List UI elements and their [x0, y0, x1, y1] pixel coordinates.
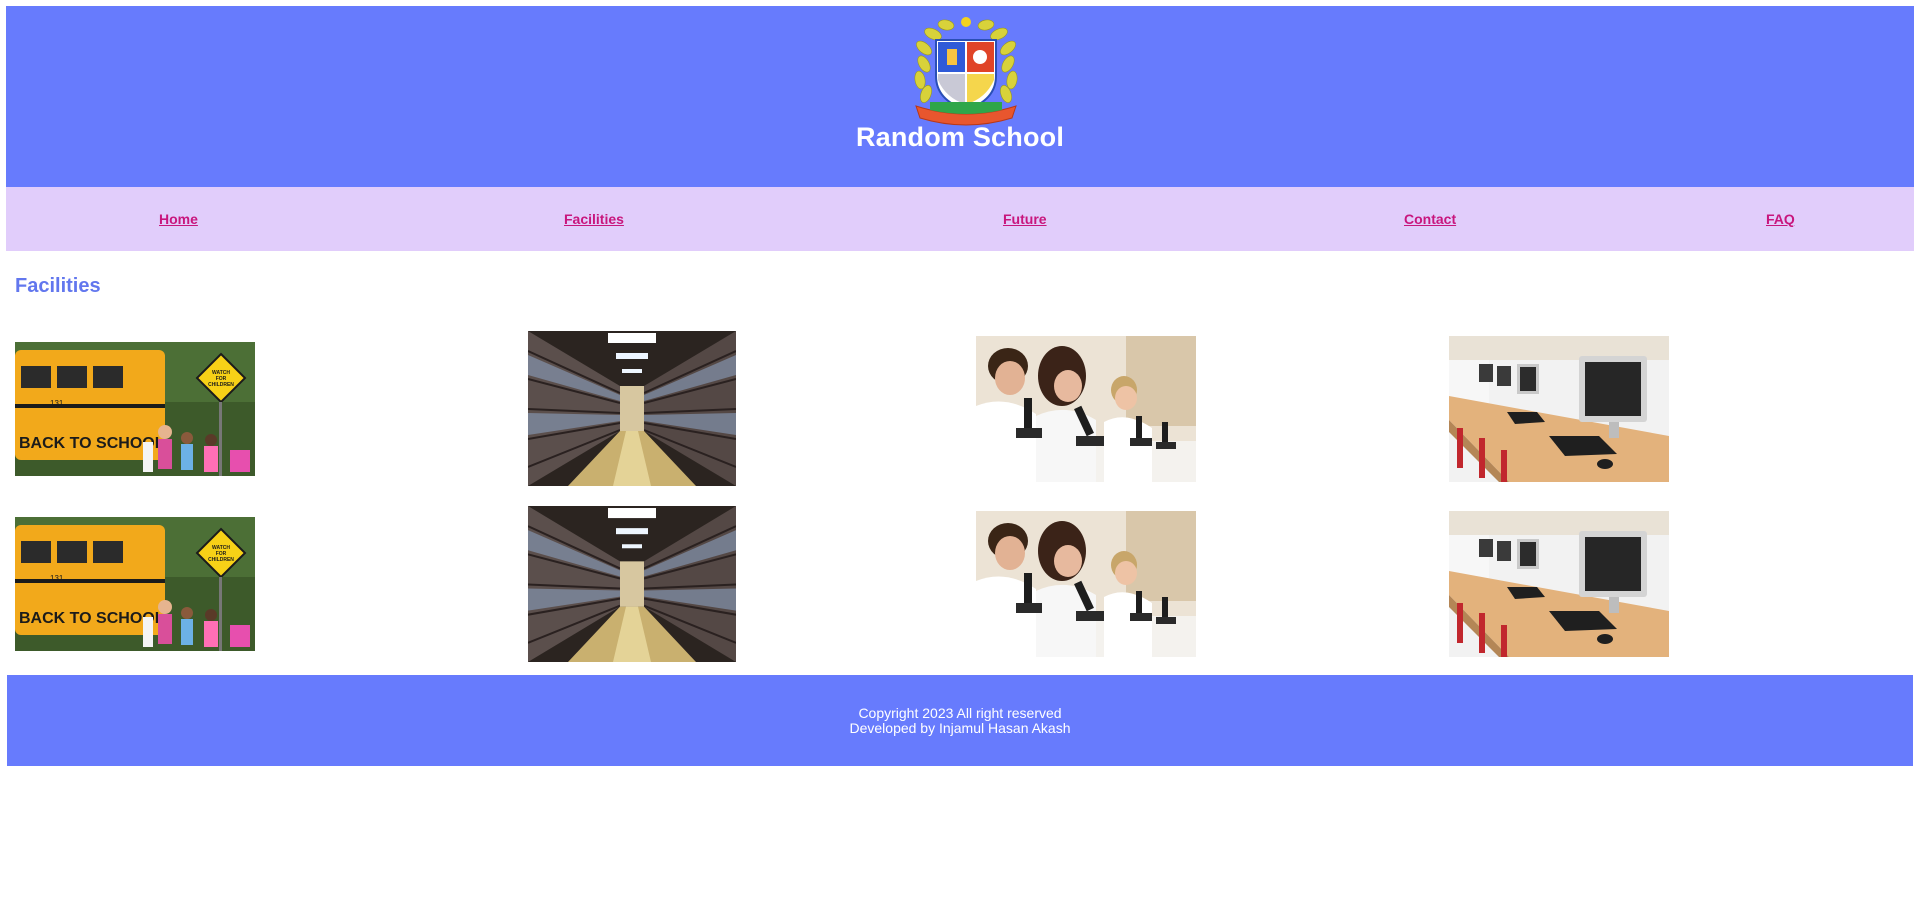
science-lab-microscope-photo: [976, 336, 1196, 482]
computer-lab-photo: [1449, 511, 1669, 657]
site-title: Random School: [855, 122, 1065, 152]
bus-text: BACK TO SCHOOL: [19, 435, 165, 452]
bus-number: 131: [50, 574, 64, 583]
nav-link-faq[interactable]: FAQ: [1766, 211, 1795, 227]
computer-lab-photo: [1449, 336, 1669, 482]
copyright-text: Copyright 2023 All right reserved: [858, 705, 1062, 721]
school-crest-icon: [906, 14, 1026, 130]
nav-link-future[interactable]: Future: [1003, 211, 1047, 227]
nav-link-facilities[interactable]: Facilities: [564, 211, 624, 227]
school-bus-photo: BACK TO SCHOOL 131 WATCH FOR CHILDREN: [15, 342, 255, 476]
site-footer: Copyright 2023 All right reserved Develo…: [7, 675, 1913, 766]
library-aisle-photo: [528, 331, 736, 486]
main-nav: Home Facilities Future Contact FAQ: [6, 187, 1914, 251]
site-header: Random School: [6, 6, 1914, 187]
svg-text:CHILDREN: CHILDREN: [208, 557, 234, 563]
school-bus-photo: BACK TO SCHOOL 131 WATCH FOR CHILDREN: [15, 517, 255, 651]
nav-link-home[interactable]: Home: [159, 211, 198, 227]
bus-number: 131: [50, 399, 64, 408]
page: Random School Home Facilities Future Con…: [0, 0, 1920, 923]
science-lab-microscope-photo: [976, 511, 1196, 657]
section-title: Facilities: [15, 275, 101, 297]
developer-credit: Developed by Injamul Hasan Akash: [849, 720, 1071, 736]
svg-text:CHILDREN: CHILDREN: [208, 382, 234, 388]
bus-text: BACK TO SCHOOL: [19, 610, 165, 627]
nav-link-contact[interactable]: Contact: [1404, 211, 1456, 227]
library-aisle-photo: [528, 506, 736, 662]
